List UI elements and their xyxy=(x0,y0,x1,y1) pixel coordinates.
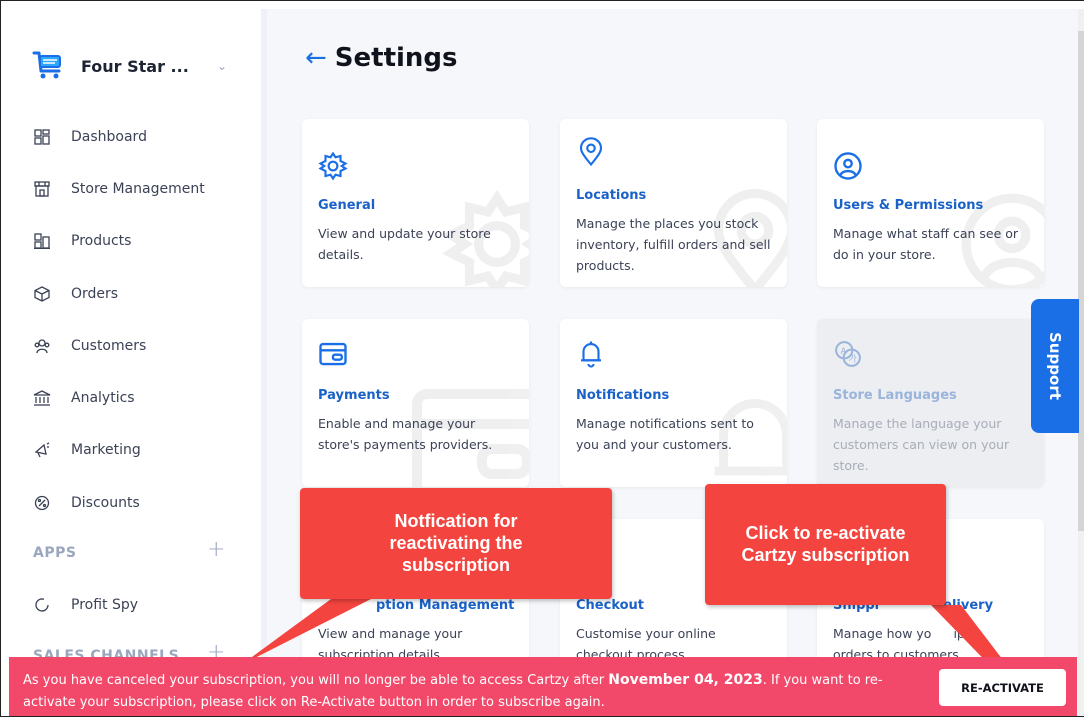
user-circle-icon xyxy=(834,152,862,180)
callout-line: reactivating the xyxy=(389,533,523,553)
card-description: Manage notifications sent to you and you… xyxy=(576,416,754,452)
store-switcher[interactable]: Four Star ... xyxy=(31,47,189,85)
callout-line: subscription xyxy=(401,555,510,575)
card-title: Checkout xyxy=(576,598,645,613)
card-title: ption Management xyxy=(376,598,515,613)
cart-logo-icon xyxy=(31,47,65,85)
callout-line: Notfication for xyxy=(394,511,518,531)
card-description: Enable and manage your store's payments … xyxy=(318,416,493,452)
svg-text:가: 가 xyxy=(849,354,857,365)
credit-card-icon xyxy=(319,342,347,366)
sidebar-item-label: Discounts xyxy=(71,495,140,511)
card-title: Users & Permissions xyxy=(833,198,984,213)
card-description-end: ip xyxy=(953,626,965,641)
bell-icon xyxy=(581,341,601,368)
sidebar-item-customers[interactable]: Customers xyxy=(33,337,146,355)
settings-card-payments[interactable]: Payments Enable and manage your store's … xyxy=(302,319,529,487)
location-pin-icon xyxy=(579,137,603,167)
sidebar-item-store-management[interactable]: Store Management xyxy=(33,180,205,198)
profit-spy-icon xyxy=(33,596,51,614)
settings-card-users-permissions[interactable]: Users & Permissions Manage what staff ca… xyxy=(817,119,1044,287)
back-arrow-icon[interactable]: ← xyxy=(305,45,327,71)
sidebar-item-discounts[interactable]: Discounts xyxy=(33,494,140,512)
settings-card-notifications[interactable]: Notifications Manage notifications sent … xyxy=(560,319,787,487)
sidebar-item-label: Customers xyxy=(71,338,147,354)
card-description: Manage what staff can see or do in your … xyxy=(833,226,1019,262)
megaphone-icon xyxy=(33,441,51,459)
translate-icon: A가 xyxy=(835,341,861,367)
sidebar-item-orders[interactable]: Orders xyxy=(33,285,118,303)
support-tab[interactable]: Support xyxy=(1031,299,1079,433)
callout-line: Cartzy subscription xyxy=(741,545,910,565)
add-app-plus-icon[interactable]: + xyxy=(207,537,225,562)
sidebar-item-marketing[interactable]: Marketing xyxy=(33,441,141,459)
settings-card-locations[interactable]: Locations Manage the places you stock in… xyxy=(560,119,787,287)
sidebar-item-label: Orders xyxy=(71,286,119,302)
products-icon xyxy=(33,232,51,250)
discount-icon xyxy=(33,494,51,512)
sidebar-item-label: Analytics xyxy=(71,390,135,406)
gear-icon xyxy=(318,151,348,181)
sidebar-item-analytics[interactable]: Analytics xyxy=(33,389,135,407)
card-description: Manage the language your customers can v… xyxy=(833,416,1010,473)
store-name: Four Star ... xyxy=(81,56,189,76)
card-title-end: elivery xyxy=(943,598,994,613)
page-title: Settings xyxy=(334,43,458,73)
card-title: Payments xyxy=(318,388,390,403)
card-title: Store Languages xyxy=(833,388,957,403)
annotation-callout-notification: Notfication for reactivating the subscri… xyxy=(300,488,612,599)
card-description: Manage the places you stock inventory, f… xyxy=(576,216,771,273)
orders-icon xyxy=(33,285,51,303)
banner-expiry-date: November 04, 2023 xyxy=(608,672,763,688)
analytics-icon xyxy=(33,389,51,407)
sidebar-item-dashboard[interactable]: Dashboard xyxy=(33,128,147,146)
settings-card-store-languages[interactable]: A가 Store Languages Manage the language y… xyxy=(817,319,1044,487)
callout-line: Click to re-activate xyxy=(745,523,906,543)
sidebar-item-products[interactable]: Products xyxy=(33,232,131,250)
sidebar-item-label: Products xyxy=(71,233,132,249)
customers-icon xyxy=(33,337,51,355)
support-label: Support xyxy=(1046,332,1064,400)
sidebar-item-label: Store Management xyxy=(71,181,205,197)
card-description: View and update your store details. xyxy=(318,226,491,262)
scrollbar-thumb[interactable] xyxy=(1078,31,1084,531)
sidebar-item-profit-spy[interactable]: Profit Spy xyxy=(33,596,138,614)
reactivate-button[interactable]: RE-ACTIVATE xyxy=(939,669,1066,706)
page-header: ← Settings xyxy=(305,43,458,73)
app-window: Four Star ... ⌄ Dashboard Store Manageme… xyxy=(0,0,1084,717)
banner-text-start: As you have canceled your subscription, … xyxy=(23,673,609,688)
sidebar-item-label: Profit Spy xyxy=(71,597,139,613)
chevron-down-icon[interactable]: ⌄ xyxy=(217,59,227,73)
store-icon xyxy=(33,180,51,198)
card-description-start: Manage how yo xyxy=(833,626,932,641)
sidebar-item-label: Dashboard xyxy=(71,129,147,145)
settings-card-general[interactable]: General View and update your store detai… xyxy=(302,119,529,287)
annotation-callout-reactivate: Click to re-activate Cartzy subscription xyxy=(705,484,946,605)
card-title: Notifications xyxy=(576,388,670,403)
card-title: Locations xyxy=(576,188,647,203)
card-title: General xyxy=(318,198,376,213)
subscription-canceled-banner: As you have canceled your subscription, … xyxy=(9,657,1077,716)
apps-section-label: APPS xyxy=(33,545,77,561)
banner-message: As you have canceled your subscription, … xyxy=(23,669,903,714)
sidebar-item-label: Marketing xyxy=(71,442,141,458)
svg-text:A: A xyxy=(841,347,847,357)
dashboard-icon xyxy=(33,128,51,146)
